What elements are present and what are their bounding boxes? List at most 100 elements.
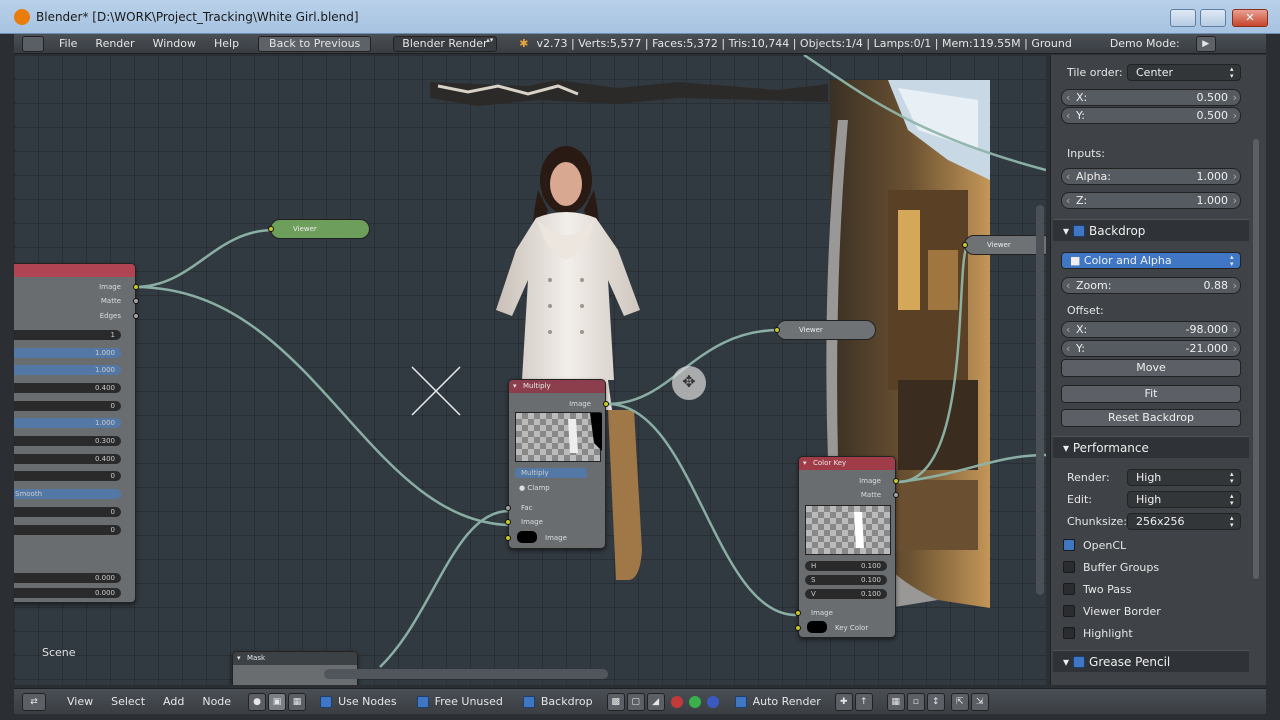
buffer-groups-checkbox-box[interactable] bbox=[1063, 561, 1075, 573]
render-quality-select[interactable]: High bbox=[1127, 469, 1241, 486]
value-field[interactable]: V 0.100 bbox=[805, 589, 887, 599]
offset-y-field[interactable]: Y: -21.000 bbox=[1061, 340, 1241, 357]
render-engine-select[interactable]: Blender Render bbox=[393, 35, 498, 52]
value-field[interactable]: 0 bbox=[14, 525, 121, 535]
horizontal-scrollbar[interactable] bbox=[324, 669, 608, 679]
reset-backdrop-button[interactable]: Reset Backdrop bbox=[1061, 409, 1241, 427]
value-field[interactable]: 0 bbox=[14, 471, 121, 481]
menu-node[interactable]: Node bbox=[193, 695, 240, 708]
viewer-input-socket[interactable] bbox=[268, 226, 274, 232]
value-field[interactable]: 0.000 bbox=[14, 588, 121, 598]
value-field[interactable]: 0 bbox=[14, 401, 121, 411]
backdrop-panel-checkbox[interactable] bbox=[1073, 225, 1086, 237]
saturation-field[interactable]: S 0.100 bbox=[805, 575, 887, 585]
z-buffer-icon[interactable]: ◢ bbox=[646, 692, 665, 711]
color-swatch[interactable] bbox=[517, 531, 537, 543]
alpha-icon[interactable]: ▢ bbox=[626, 692, 645, 711]
value-field[interactable]: 1.000 bbox=[14, 418, 121, 428]
blue-channel-icon[interactable] bbox=[706, 695, 719, 708]
texture-nodes-icon[interactable]: ▦ bbox=[288, 692, 307, 711]
snap-target-icon[interactable]: ▫ bbox=[906, 692, 925, 711]
falloff-select[interactable]: Smooth bbox=[14, 489, 121, 499]
properties-scrollbar[interactable] bbox=[1253, 139, 1259, 579]
keying-node-header[interactable] bbox=[14, 264, 135, 277]
two-pass-checkbox[interactable]: Two Pass bbox=[1063, 583, 1131, 596]
snap-dropdown-icon[interactable]: ↕ bbox=[926, 692, 945, 711]
menu-render[interactable]: Render bbox=[86, 37, 143, 50]
viewer-node[interactable]: Viewer bbox=[268, 219, 370, 239]
color-key-node-header[interactable]: Color Key bbox=[799, 457, 895, 470]
viewer-border-checkbox-box[interactable] bbox=[1063, 605, 1075, 617]
use-nodes-toggle[interactable]: Use Nodes bbox=[320, 695, 397, 708]
mask-node-header[interactable]: Mask bbox=[233, 652, 357, 665]
multiply-node-header[interactable]: Multiply bbox=[509, 380, 605, 393]
value-field[interactable]: 0.400 bbox=[14, 383, 121, 393]
input-key-color-socket[interactable] bbox=[795, 625, 801, 631]
zoom-field[interactable]: Zoom: 0.88 bbox=[1061, 277, 1241, 294]
value-field[interactable]: 0.000 bbox=[14, 573, 121, 583]
auto-render-toggle[interactable]: Auto Render bbox=[734, 695, 821, 708]
alpha-field[interactable]: Alpha: 1.000 bbox=[1061, 168, 1241, 185]
editor-type-icon[interactable] bbox=[22, 35, 44, 52]
output-matte-socket[interactable] bbox=[893, 492, 899, 498]
value-field[interactable]: 1 bbox=[14, 330, 121, 340]
input-image-socket[interactable] bbox=[795, 610, 801, 616]
pin-icon[interactable]: ✚ bbox=[834, 692, 853, 711]
backdrop-checkbox[interactable] bbox=[522, 695, 535, 708]
input-fac-socket[interactable] bbox=[505, 505, 511, 511]
z-field[interactable]: Z: 1.000 bbox=[1061, 192, 1241, 209]
snap-icon[interactable]: ▦ bbox=[886, 692, 905, 711]
play-icon[interactable]: ▶ bbox=[1195, 35, 1216, 52]
multiply-node[interactable]: Multiply Image Multiply ● Clamp Fac Imag… bbox=[505, 379, 609, 549]
two-pass-checkbox-box[interactable] bbox=[1063, 583, 1075, 595]
value-field[interactable]: 1.000 bbox=[14, 348, 121, 358]
menu-add[interactable]: Add bbox=[154, 695, 193, 708]
blend-mode-select[interactable]: Multiply bbox=[515, 468, 587, 478]
buffer-groups-checkbox[interactable]: Buffer Groups bbox=[1063, 561, 1159, 574]
fit-button[interactable]: Fit bbox=[1061, 385, 1241, 403]
value-field[interactable]: 1.000 bbox=[14, 365, 121, 375]
maximize-button[interactable] bbox=[1200, 9, 1226, 27]
viewer-input-socket[interactable] bbox=[962, 242, 968, 248]
output-image-socket[interactable] bbox=[603, 401, 609, 407]
editor-type-icon[interactable]: ⇄ bbox=[22, 692, 46, 711]
red-channel-icon[interactable] bbox=[670, 695, 683, 708]
value-field[interactable]: 0 bbox=[14, 507, 121, 517]
viewer-node[interactable]: Viewer bbox=[774, 320, 876, 340]
clamp-checkbox[interactable]: ● Clamp bbox=[519, 484, 550, 492]
menu-window[interactable]: Window bbox=[144, 37, 205, 50]
close-button[interactable]: ✕ bbox=[1232, 9, 1268, 27]
node-editor-canvas[interactable]: Image Matte Edges 1 1.000 1.000 0.400 0 … bbox=[14, 55, 1046, 685]
menu-view[interactable]: View bbox=[58, 695, 102, 708]
viewer-border-checkbox[interactable]: Viewer Border bbox=[1063, 605, 1161, 618]
hue-field[interactable]: H 0.100 bbox=[805, 561, 887, 571]
value-field[interactable]: 0.300 bbox=[14, 436, 121, 446]
backdrop-channels-select[interactable]: ■ Color and Alpha bbox=[1061, 252, 1241, 269]
paste-nodes-icon[interactable]: ⇲ bbox=[970, 692, 989, 711]
output-image-socket[interactable] bbox=[893, 478, 899, 484]
move-button[interactable]: Move bbox=[1061, 359, 1241, 377]
output-matte-socket[interactable] bbox=[133, 298, 139, 304]
green-channel-icon[interactable] bbox=[688, 695, 701, 708]
offset-x-field[interactable]: X: -98.000 bbox=[1061, 321, 1241, 338]
auto-render-checkbox[interactable] bbox=[734, 695, 747, 708]
performance-panel-header[interactable]: ▾ Performance bbox=[1053, 436, 1249, 458]
backdrop-panel-header[interactable]: ▾ Backdrop bbox=[1053, 219, 1249, 241]
input-image2-socket[interactable] bbox=[505, 535, 511, 541]
menu-help[interactable]: Help bbox=[205, 37, 248, 50]
input-image-socket[interactable] bbox=[505, 519, 511, 525]
key-color-swatch[interactable] bbox=[807, 621, 827, 633]
chunksize-select[interactable]: 256x256 bbox=[1127, 513, 1241, 530]
free-unused-checkbox[interactable] bbox=[416, 695, 429, 708]
value-field[interactable]: 0.400 bbox=[14, 454, 121, 464]
parent-tree-icon[interactable]: ↑ bbox=[854, 692, 873, 711]
vertical-scrollbar[interactable] bbox=[1036, 205, 1044, 595]
keying-node[interactable]: Image Matte Edges 1 1.000 1.000 0.400 0 … bbox=[14, 263, 139, 603]
backdrop-toggle[interactable]: Backdrop bbox=[522, 695, 593, 708]
menu-select[interactable]: Select bbox=[102, 695, 154, 708]
free-unused-toggle[interactable]: Free Unused bbox=[416, 695, 503, 708]
copy-nodes-icon[interactable]: ⇱ bbox=[950, 692, 969, 711]
back-to-previous-button[interactable]: Back to Previous bbox=[258, 35, 372, 52]
viewer-node[interactable]: Viewer bbox=[962, 235, 1046, 255]
tile-x-field[interactable]: X: 0.500 bbox=[1061, 89, 1241, 106]
